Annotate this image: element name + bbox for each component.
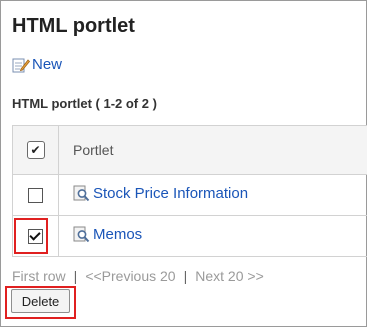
row-name-cell: Stock Price Information [58, 174, 367, 216]
portlet-link-memos[interactable]: Memos [73, 226, 142, 243]
pager-next: Next 20 >> [195, 268, 264, 284]
pager-separator: | [73, 268, 78, 284]
new-document-icon [12, 57, 30, 73]
new-button[interactable]: New [12, 56, 62, 73]
column-header-label: Portlet [73, 141, 114, 158]
checkbox-highlight [14, 218, 48, 254]
portlet-name: Stock Price Information [93, 184, 249, 202]
row-checkbox-cell [12, 174, 59, 216]
portlet-name: Memos [93, 225, 143, 243]
select-all-checkbox[interactable]: ✔ [26, 141, 45, 160]
pager-previous: <<Previous 20 [85, 268, 176, 284]
page-title: HTML portlet [12, 15, 135, 37]
row-checkbox[interactable] [28, 188, 43, 204]
list-heading: HTML portlet ( 1-2 of 2 ) [12, 96, 157, 111]
new-button-label: New [32, 56, 63, 73]
table-row: Stock Price Information [12, 174, 367, 216]
portlet-link-stock-price-information[interactable]: Stock Price Information [73, 185, 248, 202]
table-header-row: ✔ Portlet [12, 125, 367, 175]
delete-button[interactable]: Delete [11, 289, 70, 313]
portlet-view-icon [73, 226, 90, 243]
table-row: Memos [12, 215, 367, 257]
portlet-view-icon [73, 185, 90, 202]
pagination: First row | <<Previous 20 | Next 20 >> [12, 268, 264, 284]
pager-first: First row [12, 268, 66, 284]
row-name-cell: Memos [58, 215, 367, 257]
portlet-table: ✔ Portlet Stock Price Information Memos [12, 125, 367, 257]
pager-separator: | [183, 268, 188, 284]
select-all-cell: ✔ [12, 125, 59, 175]
column-header-portlet: Portlet [58, 125, 367, 175]
